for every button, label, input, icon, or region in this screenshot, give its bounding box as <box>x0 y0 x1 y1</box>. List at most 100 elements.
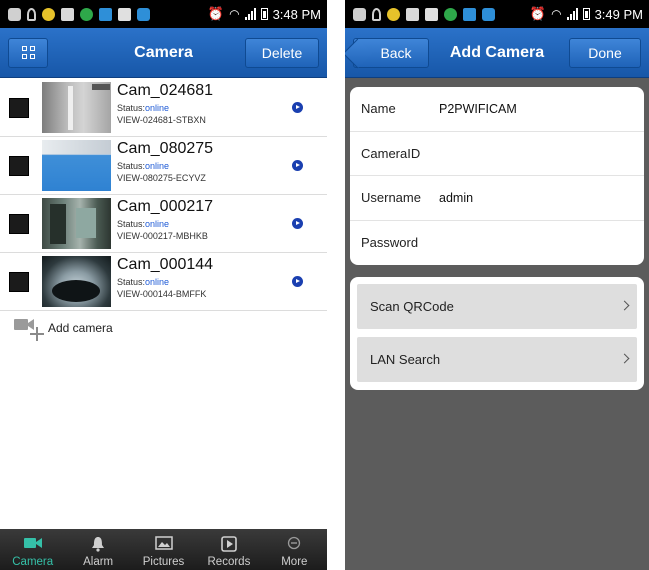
notification-icons <box>353 0 495 28</box>
password-field[interactable]: Password <box>350 221 644 266</box>
camera-status: Status:online <box>117 277 170 287</box>
camera-checkbox[interactable] <box>9 98 29 118</box>
camera-list: Cam_024681 Status:online VIEW-024681-STB… <box>0 79 327 311</box>
app-icon <box>61 7 74 21</box>
camera-status: Status:online <box>117 161 170 171</box>
camera-row[interactable]: Cam_024681 Status:online VIEW-024681-STB… <box>0 79 327 137</box>
info-arrow-icon[interactable] <box>292 218 303 229</box>
done-button[interactable]: Done <box>569 38 641 68</box>
status-bar: ⏰ ◠ 3:48 PM <box>0 0 327 28</box>
camera-thumbnail[interactable] <box>42 82 111 133</box>
info-arrow-icon[interactable] <box>292 102 303 113</box>
username-field[interactable]: Username admin <box>350 176 644 221</box>
field-label: Username <box>361 190 421 205</box>
more-icon <box>287 536 301 553</box>
app-icon <box>42 7 55 21</box>
camera-checkbox[interactable] <box>9 156 29 176</box>
camera-status: Status:online <box>117 219 170 229</box>
back-label: Back <box>380 45 412 61</box>
camera-status: Status:online <box>117 103 170 113</box>
status-right: ⏰ ◠ 3:48 PM <box>208 0 321 28</box>
chevron-right-icon <box>619 300 630 311</box>
status-time: 3:48 PM <box>272 6 321 22</box>
app-icon <box>118 7 131 21</box>
app-icon <box>137 7 150 21</box>
camera-name: Cam_080275 <box>117 140 214 157</box>
camera-row[interactable]: Cam_000144 Status:online VIEW-000144-BMF… <box>0 253 327 311</box>
lan-search-label: LAN Search <box>370 352 441 367</box>
name-field[interactable]: Name P2PWIFICAM <box>350 87 644 132</box>
battery-icon <box>260 8 268 20</box>
usb-icon <box>372 7 381 21</box>
delete-button[interactable]: Delete <box>245 38 319 68</box>
camera-checkbox[interactable] <box>9 214 29 234</box>
camera-form: Name P2PWIFICAM CameraID Username admin … <box>350 87 644 265</box>
camera-id-field[interactable]: CameraID <box>350 132 644 176</box>
add-camera-screen: ⏰ ◠ 3:49 PM Add Camera Back Done Name P2… <box>345 0 649 570</box>
camera-list-screen: ⏰ ◠ 3:48 PM Camera Delete Cam_024681 Sta… <box>0 0 327 570</box>
app-icon <box>425 7 438 21</box>
camera-row[interactable]: Cam_000217 Status:online VIEW-000217-MBH… <box>0 195 327 253</box>
usb-icon <box>27 7 36 21</box>
scan-qrcode-button[interactable]: Scan QRCode <box>357 284 637 329</box>
camera-name: Cam_000144 <box>117 256 214 273</box>
app-icon <box>482 7 495 21</box>
scan-qrcode-label: Scan QRCode <box>370 299 454 314</box>
app-icon <box>80 7 93 21</box>
tab-records[interactable]: Records <box>196 529 261 570</box>
grid-view-button[interactable] <box>8 38 48 68</box>
bottom-tab-bar: Camera Alarm Pictures Records More <box>0 529 327 570</box>
app-icon <box>463 7 476 21</box>
camera-id: VIEW-080275-ECYVZ <box>117 173 206 183</box>
camera-thumbnail[interactable] <box>42 198 111 249</box>
camera-id: VIEW-000217-MBHKB <box>117 231 208 241</box>
tab-camera[interactable]: Camera <box>0 529 65 570</box>
notification-icon <box>353 7 366 21</box>
top-navbar: Camera Delete <box>0 28 327 78</box>
camera-name: Cam_000217 <box>117 198 214 215</box>
camera-id: VIEW-000144-BMFFK <box>117 289 207 299</box>
tab-alarm[interactable]: Alarm <box>65 529 130 570</box>
field-label: Password <box>361 234 419 250</box>
info-arrow-icon[interactable] <box>292 160 303 171</box>
status-right: ⏰ ◠ 3:49 PM <box>530 0 643 28</box>
camera-checkbox[interactable] <box>9 272 29 292</box>
status-bar: ⏰ ◠ 3:49 PM <box>345 0 649 28</box>
camera-thumbnail[interactable] <box>42 256 111 307</box>
add-camera-button[interactable]: Add camera <box>12 314 113 342</box>
signal-icon <box>244 8 256 20</box>
add-camera-icon <box>12 314 48 342</box>
wifi-icon: ◠ <box>229 7 240 21</box>
name-input[interactable]: P2PWIFICAM <box>439 87 517 131</box>
grid-icon <box>22 46 36 60</box>
play-icon <box>221 536 237 555</box>
app-icon <box>444 7 457 21</box>
tab-pictures[interactable]: Pictures <box>131 529 196 570</box>
info-arrow-icon[interactable] <box>292 276 303 287</box>
lan-search-button[interactable]: LAN Search <box>357 337 637 382</box>
tab-more[interactable]: More <box>262 529 327 570</box>
picture-icon <box>154 536 173 553</box>
app-icon <box>406 7 419 21</box>
alarm-clock-icon: ⏰ <box>529 6 547 21</box>
wifi-icon: ◠ <box>551 7 562 21</box>
bell-icon <box>91 536 105 555</box>
username-input[interactable]: admin <box>439 176 473 220</box>
status-time: 3:49 PM <box>594 6 643 22</box>
chevron-right-icon <box>619 353 630 364</box>
field-label: CameraID <box>361 145 421 161</box>
signal-icon <box>566 8 578 20</box>
top-navbar: Add Camera Back Done <box>345 28 649 78</box>
camera-id: VIEW-024681-STBXN <box>117 115 206 125</box>
camera-thumbnail[interactable] <box>42 140 111 191</box>
alarm-clock-icon: ⏰ <box>207 6 225 21</box>
field-label: Name <box>361 101 396 116</box>
add-camera-label: Add camera <box>48 321 113 335</box>
camera-row[interactable]: Cam_080275 Status:online VIEW-080275-ECY… <box>0 137 327 195</box>
app-icon <box>387 7 400 21</box>
notification-icon <box>8 7 21 21</box>
video-camera-icon <box>23 536 43 553</box>
search-options: Scan QRCode LAN Search <box>350 277 644 390</box>
battery-icon <box>582 8 590 20</box>
back-button[interactable]: Back <box>353 38 429 68</box>
